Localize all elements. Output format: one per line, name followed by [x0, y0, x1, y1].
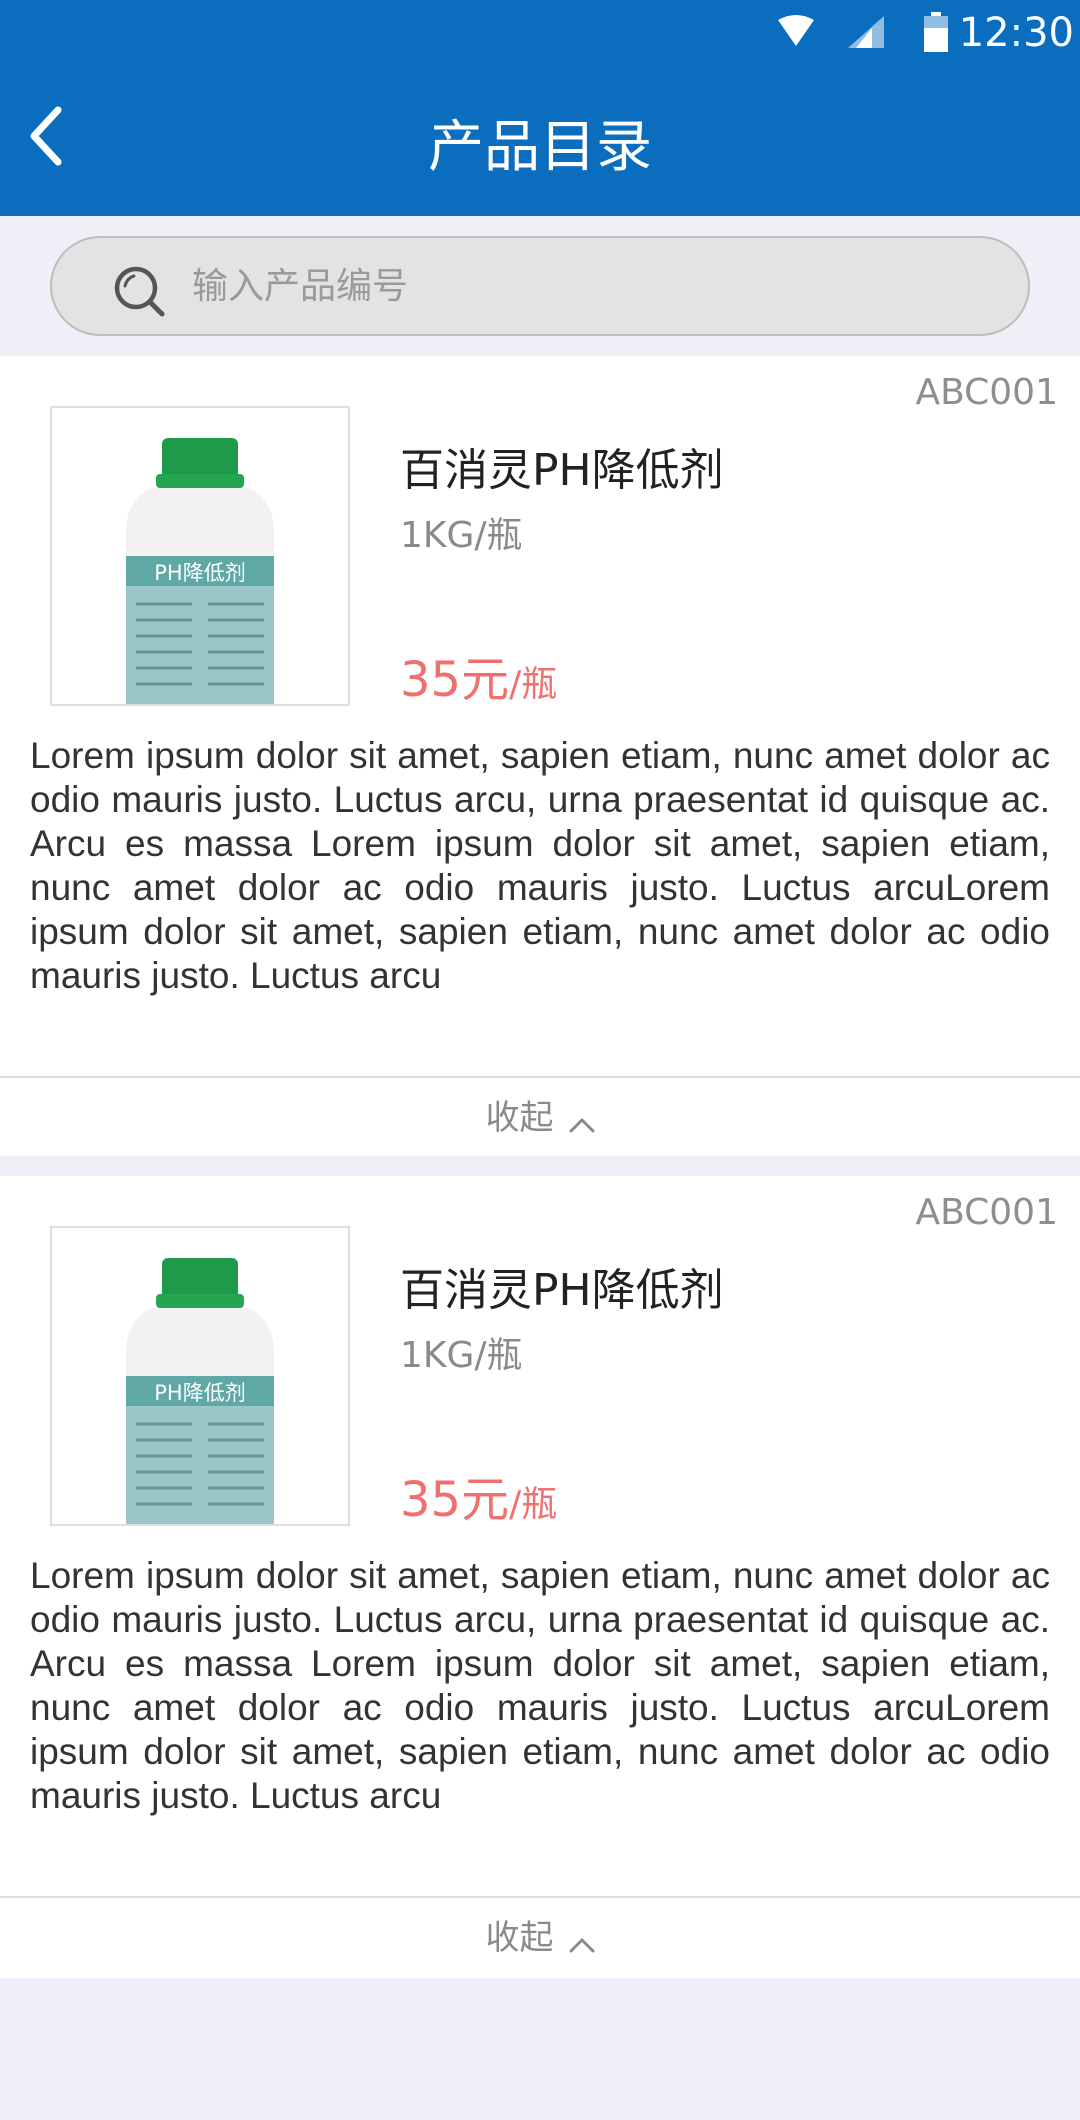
product-image[interactable]: PH降低剂	[50, 1226, 350, 1526]
chevron-up-icon	[569, 1118, 595, 1132]
price-unit: /瓶	[509, 1484, 558, 1525]
page-title: 产品目录	[428, 115, 652, 180]
product-spec: 1KG/瓶	[400, 515, 523, 556]
wifi-icon	[778, 15, 814, 46]
app-bar: 产品目录	[0, 66, 1080, 216]
product-code: ABC001	[915, 1192, 1058, 1233]
product-spec: 1KG/瓶	[400, 1335, 523, 1376]
search-input[interactable]	[192, 256, 972, 316]
product-code: ABC001	[915, 372, 1058, 413]
product-description: Lorem ipsum dolor sit amet, sapien etiam…	[30, 1555, 1050, 1816]
collapse-button[interactable]: 收起	[0, 1898, 1080, 1978]
price-value: 35元	[400, 652, 510, 708]
bottle-label-text: PH降低剂	[154, 1381, 245, 1405]
product-image[interactable]: PH降低剂	[50, 406, 350, 706]
search-icon	[114, 266, 165, 317]
status-bar: 12:30	[0, 0, 1080, 66]
search-bar[interactable]	[50, 236, 1030, 336]
bottle-image: PH降低剂	[126, 438, 274, 704]
product-description: Lorem ipsum dolor sit amet, sapien etiam…	[30, 735, 1050, 996]
collapse-label: 收起	[485, 1918, 554, 1958]
bottle-label-text: PH降低剂	[154, 561, 245, 585]
signal-icon	[848, 16, 884, 48]
bottle-image: PH降低剂	[126, 1258, 274, 1524]
product-price: 35元/瓶	[400, 640, 557, 710]
product-name: 百消灵PH降低剂	[400, 1265, 724, 1316]
chevron-up-icon	[569, 1938, 595, 1952]
product-price: 35元/瓶	[400, 1460, 557, 1530]
price-value: 35元	[400, 1472, 510, 1528]
collapse-label: 收起	[485, 1098, 554, 1138]
collapse-button[interactable]: 收起	[0, 1078, 1080, 1158]
product-card: ABC001 PH降低剂 百消灵PH降低剂 1KG/瓶 35元/瓶 Lorem …	[0, 356, 1080, 1156]
product-name: 百消灵PH降低剂	[400, 445, 724, 496]
status-time: 12:30	[958, 10, 1074, 56]
search-bar-container	[0, 216, 1080, 356]
battery-icon	[924, 12, 948, 52]
price-unit: /瓶	[509, 664, 558, 705]
product-card: ABC001 PH降低剂 百消灵PH降低剂 1KG/瓶 35元/瓶 Lorem …	[0, 1176, 1080, 1978]
